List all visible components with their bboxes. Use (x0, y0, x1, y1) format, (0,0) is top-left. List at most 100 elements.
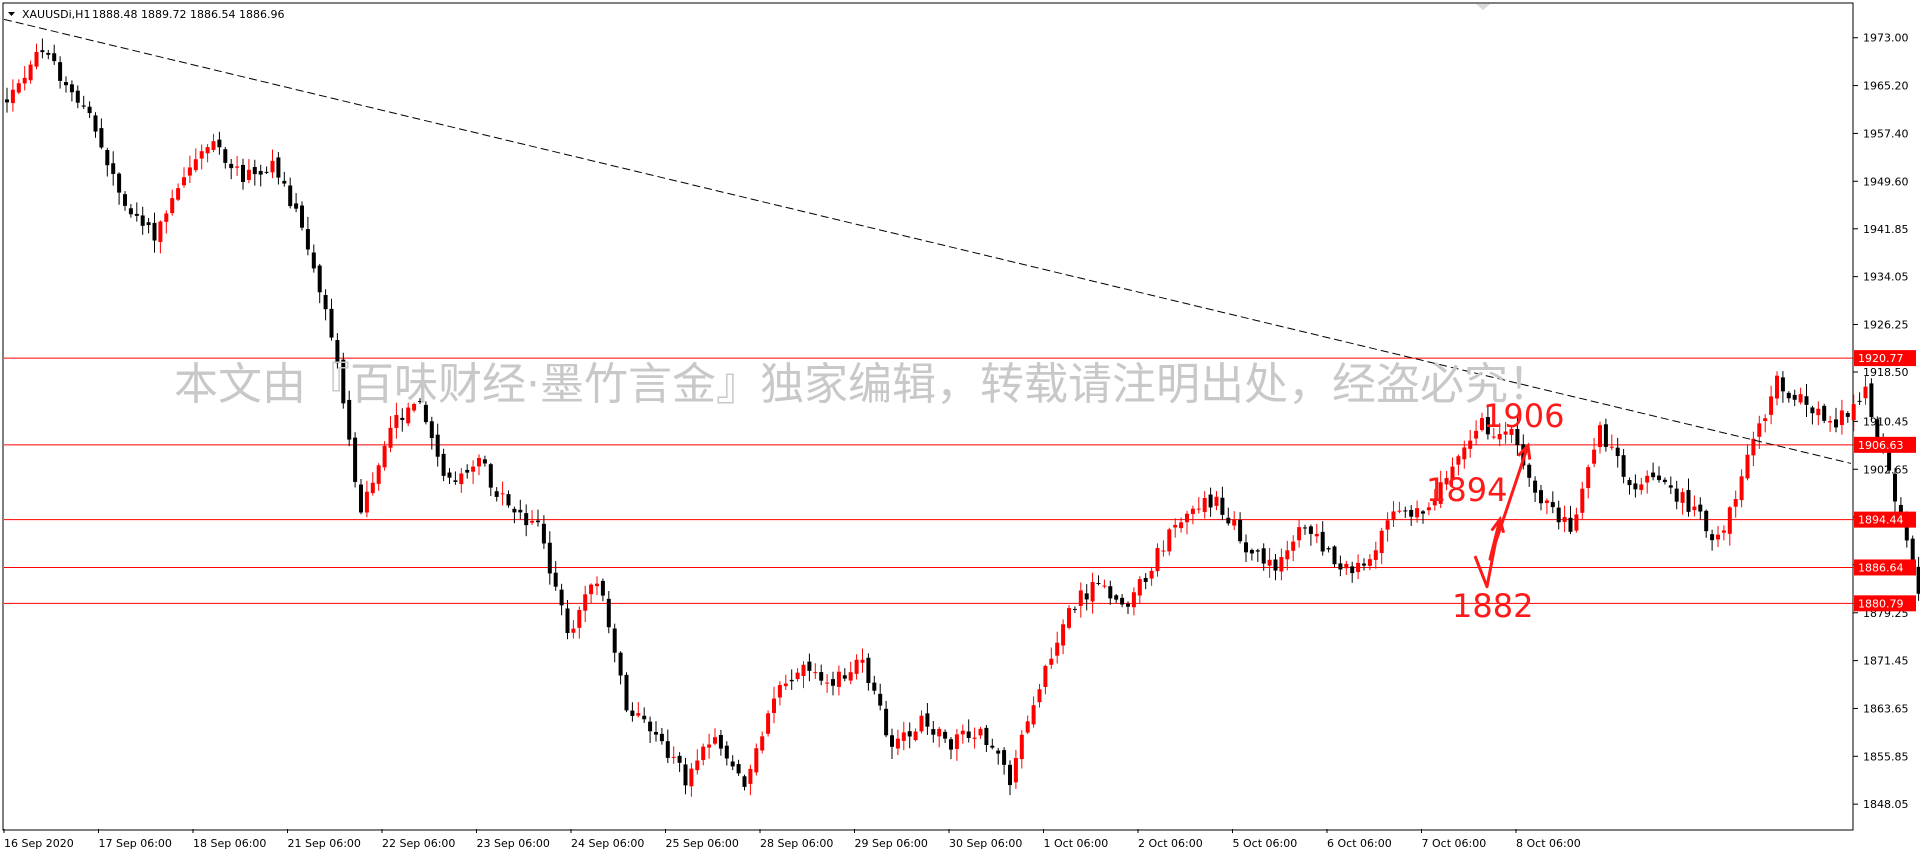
candle-body (972, 737, 977, 739)
candle-body (1598, 425, 1602, 447)
candle-body (1603, 424, 1608, 447)
candle-body (211, 141, 216, 150)
candle-body (140, 215, 145, 226)
candle-body (329, 308, 334, 338)
candle-body (1580, 488, 1585, 513)
candle-body (807, 661, 812, 671)
candle-body (1084, 593, 1089, 600)
candle-body (701, 746, 706, 761)
candle-body (707, 744, 712, 748)
candle-body (1745, 454, 1750, 479)
candle-body (831, 679, 835, 686)
candle-body (1786, 392, 1791, 399)
candle-body (766, 713, 771, 734)
candle-body (1332, 546, 1337, 565)
candle-body (1816, 408, 1821, 416)
candle-body (1362, 563, 1366, 566)
x-tick-label: 7 Oct 06:00 (1422, 837, 1487, 850)
candle-body (1037, 689, 1042, 703)
candle-body (836, 671, 841, 687)
candle-body (600, 580, 605, 596)
candle-body (1639, 484, 1644, 490)
candle-body (683, 764, 688, 786)
candle-body (1769, 396, 1774, 415)
candle-body (1633, 483, 1638, 490)
candle-body (1775, 375, 1779, 399)
candle-body (123, 194, 127, 206)
candle-body (1792, 394, 1797, 400)
candle-body (258, 171, 263, 175)
candle-body (1727, 507, 1732, 534)
candle-body (1544, 500, 1549, 504)
candle-body (1238, 519, 1243, 542)
candle-body (353, 437, 358, 482)
candle-body (1208, 494, 1213, 508)
candle-body (1834, 419, 1838, 428)
candle-body (1273, 559, 1278, 571)
candle-body (884, 708, 889, 736)
candle-body (241, 164, 245, 182)
candle-body (1863, 386, 1868, 399)
candle-body (359, 484, 363, 513)
candle-body (305, 229, 310, 250)
candle-body (1249, 549, 1254, 554)
candle-body (40, 50, 45, 53)
candle-body (960, 730, 965, 735)
candle-body (1627, 479, 1632, 486)
candle-body (571, 628, 576, 633)
candle-body (919, 715, 924, 732)
candle-body (1267, 559, 1272, 566)
candle-body (223, 149, 228, 163)
candle-body (1291, 541, 1296, 551)
candle-body (22, 77, 27, 84)
candle-body (170, 198, 175, 214)
candle-body (364, 491, 369, 513)
candle-body (1733, 499, 1738, 507)
candle-body (1114, 595, 1119, 600)
candle-body (1061, 624, 1066, 646)
candle-body (394, 415, 399, 428)
candle-body (1108, 586, 1113, 599)
candle-body (235, 166, 240, 168)
candle-body (1397, 510, 1402, 512)
x-tick-label: 16 Sep 2020 (4, 837, 74, 850)
candle-body (536, 520, 540, 523)
candle-body (1019, 734, 1024, 760)
candle-body (624, 674, 629, 711)
annotation-label: 1894 (1426, 471, 1507, 509)
candle-body (1574, 514, 1579, 531)
candle-body (1592, 449, 1597, 464)
candle-body (518, 509, 523, 513)
candle-body (1893, 473, 1897, 502)
candle-body (1031, 705, 1036, 725)
candle-body (429, 421, 434, 439)
candle-body (52, 53, 57, 62)
candle-body (1067, 608, 1071, 628)
candle-body (760, 736, 765, 751)
candle-body (671, 756, 676, 758)
candle-body (1320, 531, 1325, 552)
candle-body (81, 105, 86, 107)
candle-body (1757, 423, 1762, 437)
ohlc-readout: 1888.48 1889.72 1886.54 1886.96 (92, 8, 284, 21)
candle-body (1261, 548, 1266, 564)
candle-body (1179, 522, 1184, 529)
candle-body (58, 62, 63, 81)
candle-body (854, 659, 859, 674)
candle-body (117, 173, 122, 193)
candle-body (500, 493, 505, 495)
candle-body (553, 572, 558, 587)
candle-body (825, 682, 830, 684)
candle-body (1008, 764, 1012, 786)
candlestick-chart[interactable]: XAUUSDi,H1 1888.48 1889.72 1886.54 1886.… (0, 0, 1920, 858)
candle-body (1013, 757, 1018, 783)
candle-body (872, 682, 877, 691)
candle-body (128, 208, 133, 215)
level-price-label: 1886.64 (1858, 561, 1904, 574)
candle-body (1173, 524, 1178, 528)
candle-body (1568, 517, 1573, 532)
candle-body (111, 163, 116, 174)
x-tick-label: 22 Sep 06:00 (382, 837, 455, 850)
candle-body (895, 738, 900, 749)
candle-body (795, 672, 800, 680)
